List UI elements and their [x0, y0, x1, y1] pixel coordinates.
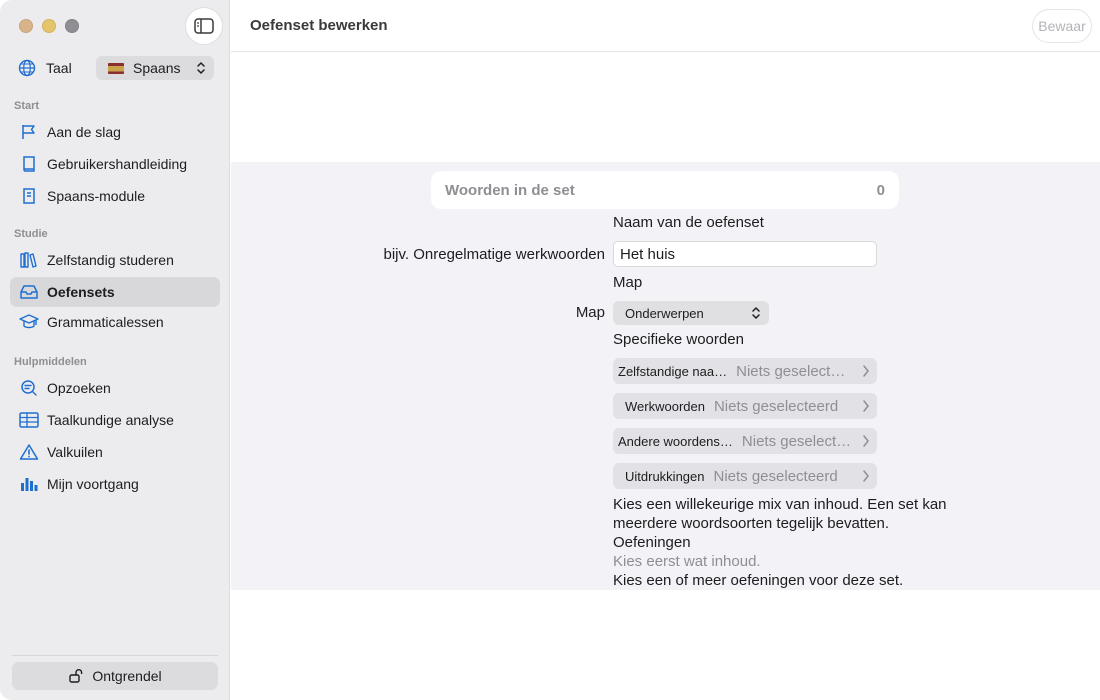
folder-select-value: Onderwerpen — [625, 305, 704, 321]
words-in-set-count: 0 — [876, 181, 885, 199]
word-type-value: Niets geselecteerd — [713, 467, 838, 485]
bar-chart-icon — [19, 474, 39, 494]
mix-help-text: Kies een willekeurige mix van inhoud. Ee… — [613, 496, 947, 532]
nouns-picker-button[interactable]: Zelfstandige naa… Niets geselect… — [613, 358, 877, 384]
word-type-label: Andere woordens… — [618, 433, 733, 449]
sidebar-item-valkuilen[interactable]: Valkuilen — [10, 437, 220, 467]
folder-section-label: Map — [613, 274, 643, 291]
words-in-set-label: Woorden in de set — [445, 181, 575, 199]
close-window-button[interactable] — [19, 19, 33, 33]
sidebar-item-grammaticalessen[interactable]: Grammaticalessen — [10, 307, 220, 337]
chevron-right-icon — [862, 434, 870, 448]
word-type-value: Niets geselecteerd — [713, 397, 839, 415]
specific-words-label: Specifieke woorden — [613, 331, 744, 348]
exercises-label: Oefeningen — [613, 534, 691, 551]
word-type-label: Zelfstandige naa… — [618, 363, 728, 379]
toolbar: Oefenset bewerken Bewaar — [231, 0, 1100, 52]
minimize-window-button[interactable] — [42, 19, 56, 33]
sidebar-item-label: Gebruikershandleiding — [47, 156, 188, 172]
expressions-picker-button[interactable]: Uitdrukkingen Niets geselecteerd — [613, 463, 877, 489]
unlock-label: Ontgrendel — [92, 668, 162, 684]
sidebar-item-gebruikershandleiding[interactable]: Gebruikershandleiding — [10, 149, 220, 179]
sidebar-item-label: Zelfstandig studeren — [47, 252, 174, 268]
word-type-value: Niets geselect… — [736, 362, 846, 380]
section-title-tools: Hulpmiddelen — [14, 356, 87, 368]
warning-icon — [19, 442, 39, 462]
name-field-label: bijv. Onregelmatige werkwoorden — [383, 246, 606, 263]
sidebar-item-aan-de-slag[interactable]: Aan de slag — [10, 117, 220, 147]
sidebar-item-oefensets[interactable]: Oefensets — [10, 277, 220, 307]
window-controls — [19, 19, 79, 33]
globe-icon — [18, 59, 36, 77]
language-row: Taal Spaans — [18, 56, 214, 80]
toggle-sidebar-button[interactable] — [185, 7, 223, 45]
verbs-picker-button[interactable]: Werkwoorden Niets geselecteerd — [613, 393, 877, 419]
sidebar-divider — [12, 655, 218, 656]
language-label: Taal — [46, 60, 72, 76]
graduation-cap-icon — [19, 312, 39, 332]
book-icon — [19, 154, 39, 174]
set-name-input[interactable] — [613, 241, 877, 267]
language-select[interactable]: Spaans — [96, 56, 214, 80]
app-window: Taal Spaans Start Aan de slag Gebruikers… — [0, 0, 1100, 700]
folder-field-label: Map — [575, 304, 605, 321]
spain-flag-icon — [108, 62, 124, 74]
tray-icon — [19, 282, 39, 302]
sidebar-item-spaans-module[interactable]: Spaans-module — [10, 181, 220, 211]
flag-icon — [19, 122, 39, 142]
sidebar-item-label: Opzoeken — [47, 380, 111, 396]
magnify-text-icon — [19, 378, 39, 398]
other-word-types-picker-button[interactable]: Andere woordens… Niets geselect… — [613, 428, 877, 454]
language-select-value: Spaans — [133, 60, 181, 76]
unlock-icon — [68, 668, 84, 684]
sidebar-item-opzoeken[interactable]: Opzoeken — [10, 373, 220, 403]
sidebar-toggle-icon — [194, 18, 214, 34]
word-type-value: Niets geselect… — [741, 432, 852, 450]
word-type-label: Werkwoorden — [625, 398, 705, 414]
folder-select[interactable]: Onderwerpen — [613, 301, 769, 325]
section-title-start: Start — [14, 100, 40, 112]
main-content: Oefenset bewerken Bewaar Woorden in de s… — [231, 0, 1100, 700]
zoom-window-button[interactable] — [65, 19, 79, 33]
name-section-label: Naam van de oefenset — [613, 214, 764, 231]
sidebar-item-label: Mijn voortgang — [47, 476, 139, 492]
sidebar-item-zelfstandig-studeren[interactable]: Zelfstandig studeren — [10, 245, 220, 275]
save-button[interactable]: Bewaar — [1032, 9, 1092, 43]
sidebar-item-mijn-voortgang[interactable]: Mijn voortgang — [10, 469, 220, 499]
sidebar-item-label: Oefensets — [47, 284, 115, 300]
module-book-icon — [19, 186, 39, 206]
updown-chevron-icon — [196, 61, 206, 78]
books-icon — [19, 250, 39, 270]
unlock-button[interactable]: Ontgrendel — [12, 662, 218, 690]
words-in-set-card: Woorden in de set 0 — [431, 171, 899, 209]
word-type-label: Uitdrukkingen — [625, 468, 705, 484]
sidebar-item-label: Grammaticalessen — [47, 314, 164, 330]
sidebar-item-taalkundige-analyse[interactable]: Taalkundige analyse — [10, 405, 220, 435]
page-title: Oefenset bewerken — [250, 17, 388, 34]
table-icon — [19, 410, 39, 430]
sidebar-item-label: Valkuilen — [47, 444, 103, 460]
sidebar-item-label: Spaans-module — [47, 188, 146, 204]
form-area: Woorden in de set 0 Naam van de oefenset… — [231, 162, 1100, 590]
exercises-help-text: Kies een of meer oefeningen voor deze se… — [613, 572, 904, 589]
chevron-right-icon — [862, 364, 870, 378]
exercises-empty-text: Kies eerst wat inhoud. — [613, 553, 761, 570]
sidebar: Taal Spaans Start Aan de slag Gebruikers… — [0, 0, 230, 700]
updown-chevron-icon — [751, 306, 761, 323]
chevron-right-icon — [862, 399, 870, 413]
sidebar-item-label: Taalkundige analyse — [47, 412, 174, 428]
chevron-right-icon — [862, 469, 870, 483]
section-title-study: Studie — [14, 228, 48, 240]
sidebar-item-label: Aan de slag — [47, 124, 121, 140]
